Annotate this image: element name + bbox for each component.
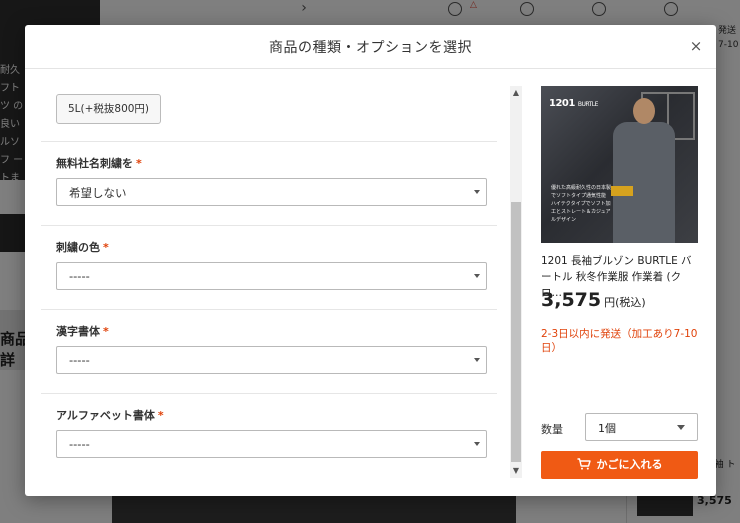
product-price: 3,575 円(税込) [541,289,646,311]
divider [41,393,497,394]
add-to-cart-button[interactable]: かごに入れる [541,451,698,479]
quantity-select[interactable]: 1個 [585,413,698,441]
alphabet-font-select-value: ----- [69,437,90,451]
divider [41,141,497,142]
product-price-value: 3,575 [541,289,602,311]
kanji-font-select-value: ----- [69,353,90,367]
modal-header: 商品の種類・オプションを選択 × [25,25,716,69]
caret-down-icon [474,358,480,362]
product-image-badge: 1201 BURTLE [549,98,598,109]
divider [41,225,497,226]
product-image: 1201 BURTLE 優れた高級耐久性の日本製でソフトタイプ通気性能 ハイテク… [541,86,698,243]
add-to-cart-label: かごに入れる [596,458,663,471]
embroidery-color-label-text: 刺繍の色 [56,241,100,254]
product-image-badge-brand: BURTLE [577,101,599,108]
kanji-font-label-text: 漢字書体 [56,325,100,338]
model-figure [613,122,675,243]
embroidery-select[interactable]: 希望しない [56,178,487,206]
scroll-up-arrow-icon[interactable]: ▲ [510,86,522,100]
embroidery-color-label: 刺繍の色 * [56,239,109,255]
kanji-font-label: 漢字書体 * [56,323,109,339]
modal-title: 商品の種類・オプションを選択 [269,40,472,56]
model-head [633,98,655,124]
required-mark: * [157,409,164,422]
options-panel: 5L(+税抜800円) 無料社名刺繍を * 希望しない 刺繍の色 * ----- 漢… [41,86,509,478]
caret-down-icon [474,442,480,446]
options-scrollbar[interactable]: ▲ ▼ [510,86,522,478]
embroidery-color-select[interactable]: ----- [56,262,487,290]
alphabet-font-select[interactable]: ----- [56,430,487,458]
alphabet-font-label: アルファベット書体 * [56,407,164,423]
required-mark: * [103,241,109,254]
embroidery-label-text: 無料社名刺繍を [56,157,133,170]
divider [41,309,497,310]
scrollbar-thumb[interactable] [511,202,521,462]
quantity-label: 数量 [541,423,563,436]
embroidery-select-value: 希望しない [69,186,127,200]
cart-icon [577,458,591,470]
caret-down-icon [474,190,480,194]
required-mark: * [103,325,109,338]
shipping-note: 2-3日以内に発送（加工あり7-10日） [541,328,698,354]
kanji-font-select[interactable]: ----- [56,346,487,374]
embroidery-color-select-value: ----- [69,269,90,283]
caret-down-icon [474,274,480,278]
alphabet-font-label-text: アルファベット書体 [56,409,155,422]
product-image-badge-number: 1201 [549,98,575,109]
option-select-modal: 商品の種類・オプションを選択 × 5L(+税抜800円) 無料社名刺繍を * 希望… [25,25,716,496]
close-icon[interactable]: × [688,38,704,54]
product-image-caption: 優れた高級耐久性の日本製でソフトタイプ通気性能 ハイテクタイプでソフト加工とスト… [551,185,612,223]
quantity-select-value: 1個 [598,422,616,435]
scroll-down-arrow-icon[interactable]: ▼ [510,464,522,478]
embroidery-label: 無料社名刺繍を * [56,155,142,171]
required-mark: * [136,157,142,170]
tool-graphic [611,186,633,196]
size-option-button[interactable]: 5L(+税抜800円) [56,94,161,124]
caret-down-icon [677,425,685,430]
price-tax-suffix: 円(税込) [604,296,646,309]
